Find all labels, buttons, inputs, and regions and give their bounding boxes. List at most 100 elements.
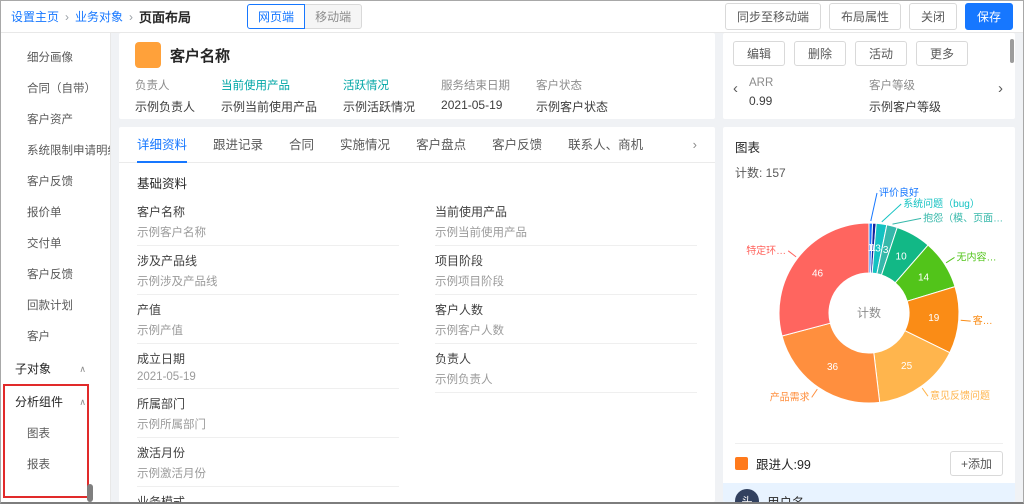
follow-up-row: 跟进人:99 +添加 (735, 443, 1003, 483)
field-value: 示例所属部门 (137, 416, 399, 432)
label-leader-line (871, 193, 877, 221)
detail-field: 当前使用产品示例当前使用产品 (435, 197, 697, 246)
tab-6[interactable]: 客户反馈 (492, 127, 542, 163)
fields-prev-arrow[interactable]: ‹ (733, 81, 738, 96)
sidebar: 细分画像合同（自带）客户资产系统限制申请明细客户反馈报价单交付单客户反馈回款计划… (1, 33, 111, 502)
main-column: 客户名称 负责人示例负责人当前使用产品示例当前使用产品活跃情况示例活跃情况服务结… (119, 33, 715, 502)
donut-segment[interactable] (779, 223, 869, 336)
field-label: 当前使用产品 (435, 203, 697, 220)
field-value: 示例项目阶段 (435, 273, 697, 289)
sidebar-item[interactable]: 回款计划 (1, 291, 110, 322)
sidebar-list: 细分画像合同（自带）客户资产系统限制申请明细客户反馈报价单交付单客户反馈回款计划… (1, 43, 110, 481)
user-avatar: 头 (735, 489, 759, 502)
sidebar-item[interactable]: 客户反馈 (1, 167, 110, 198)
label-leader-line (882, 204, 901, 222)
chevron-up-icon: ∧ (79, 353, 86, 386)
field-label: 服务结束日期 (441, 77, 510, 93)
tab-2[interactable]: 跟进记录 (213, 127, 263, 163)
section-title: 基础资料 (137, 173, 697, 192)
tab-5[interactable]: 客户盘点 (416, 127, 466, 163)
segment-label: 客… (973, 314, 993, 327)
field-value: 示例产值 (137, 322, 399, 338)
content-area: 客户名称 负责人示例负责人当前使用产品示例当前使用产品活跃情况示例活跃情况服务结… (111, 33, 1023, 502)
sidebar-item[interactable]: 系统限制申请明细 (1, 136, 110, 167)
sidebar-item[interactable]: 图表 (1, 419, 110, 450)
record-actions-card: 编辑删除活动更多 ‹ ARR0.99客户等级示例客户等级 › (723, 33, 1015, 119)
sidebar-item[interactable]: 客户反馈 (1, 260, 110, 291)
breadcrumb-separator: › (129, 10, 133, 24)
field-value: 示例激活月份 (137, 465, 399, 481)
segment-label: 特定环… (746, 244, 786, 257)
field-value: 示例当前使用产品 (435, 224, 697, 240)
field-value: 示例客户名称 (137, 224, 399, 240)
tab-4[interactable]: 实施情况 (340, 127, 390, 163)
sidebar-scrollbar-thumb[interactable] (87, 484, 93, 502)
label-leader-line (946, 257, 954, 262)
web-view-toggle[interactable]: 网页端 (247, 4, 305, 29)
breadcrumb-item[interactable]: 设置主页 (11, 8, 59, 25)
device-toggle: 网页端移动端 (247, 4, 362, 29)
sidebar-item[interactable]: 交付单 (1, 229, 110, 260)
detail-field: 所属部门示例所属部门 (137, 389, 399, 438)
app-window: 设置主页›业务对象›页面布局 网页端移动端 同步至移动端布局属性关闭保存 细分画… (0, 0, 1024, 504)
add-follower-button[interactable]: +添加 (950, 451, 1003, 476)
detail-field: 产值示例产值 (137, 295, 399, 344)
save-button[interactable]: 保存 (965, 3, 1013, 30)
record-field: 负责人示例负责人 (135, 77, 195, 115)
field-label: 业务模式 (137, 493, 399, 502)
field-label: 当前使用产品 (221, 77, 317, 93)
edit-button[interactable]: 编辑 (733, 41, 785, 66)
record-field: 服务结束日期2021-05-19 (441, 77, 510, 115)
segment-value: 3 (875, 244, 881, 255)
activity-button[interactable]: 活动 (855, 41, 907, 66)
label-leader-line (812, 389, 818, 397)
label-leader-line (922, 388, 928, 396)
tab-7[interactable]: 联系人、商机 (568, 127, 643, 163)
delete-button[interactable]: 删除 (794, 41, 846, 66)
field-label: 负责人 (135, 77, 195, 93)
label-leader-line (788, 251, 796, 257)
field-label: 项目阶段 (435, 252, 697, 269)
label-leader-line (961, 320, 971, 321)
sidebar-group-header[interactable]: 子对象∧ (1, 353, 110, 386)
detail-field: 客户人数示例客户人数 (435, 295, 697, 344)
detail-field: 成立日期2021-05-19 (137, 344, 399, 389)
sidebar-item[interactable]: 客户资产 (1, 105, 110, 136)
tabs-overflow-arrow[interactable]: › (693, 137, 697, 152)
segment-value: 3 (883, 245, 889, 256)
record-field: 客户状态示例客户状态 (536, 77, 608, 115)
field-label: 涉及产品线 (137, 252, 399, 269)
chevron-up-icon: ∧ (79, 386, 86, 419)
chart-card: 图表 计数: 157 1评价良好13系统问题（bug）3抱怨（模、页面…1014… (723, 127, 1015, 502)
sidebar-item[interactable]: 报表 (1, 450, 110, 481)
tab-1[interactable]: 详细资料 (137, 127, 187, 163)
fields-next-arrow[interactable]: › (998, 81, 1003, 96)
summary-field: ARR0.99 (749, 77, 869, 115)
field-label: 负责人 (435, 350, 697, 367)
topbar-actions: 同步至移动端布局属性关闭保存 (725, 3, 1013, 30)
sidebar-item[interactable]: 客户 (1, 322, 110, 353)
chart-count-label: 计数: 157 (735, 164, 1003, 181)
segment-value: 14 (918, 273, 930, 284)
label-leader-line (893, 218, 922, 224)
card-scrollbar-thumb[interactable] (1010, 39, 1014, 63)
more-button[interactable]: 更多 (916, 41, 968, 66)
mobile-view-toggle[interactable]: 移动端 (304, 4, 362, 29)
donut-center-label: 计数 (857, 305, 881, 320)
sidebar-group-header[interactable]: 分析组件∧ (1, 386, 110, 419)
field-value: 示例涉及产品线 (137, 273, 399, 289)
close-button[interactable]: 关闭 (909, 3, 957, 30)
user-list-item[interactable]: 头 用户名 示例名称负责人 (723, 483, 1015, 502)
sidebar-item[interactable]: 合同（自带） (1, 74, 110, 105)
field-value: 示例负责人 (435, 371, 697, 387)
layout-properties-button[interactable]: 布局属性 (829, 3, 901, 30)
right-column: 编辑删除活动更多 ‹ ARR0.99客户等级示例客户等级 › 图表 计数: 15… (723, 33, 1015, 502)
breadcrumb-item[interactable]: 业务对象 (75, 8, 123, 25)
sidebar-item[interactable]: 细分画像 (1, 43, 110, 74)
fields-column-left: 客户名称示例客户名称涉及产品线示例涉及产品线产值示例产值成立日期2021-05-… (137, 197, 399, 502)
tab-3[interactable]: 合同 (289, 127, 314, 163)
sync-to-mobile-button[interactable]: 同步至移动端 (725, 3, 821, 30)
sidebar-item[interactable]: 报价单 (1, 198, 110, 229)
summary-field: 客户等级示例客户等级 (869, 77, 989, 115)
detail-field: 业务模式示例业务模式 (137, 487, 399, 502)
